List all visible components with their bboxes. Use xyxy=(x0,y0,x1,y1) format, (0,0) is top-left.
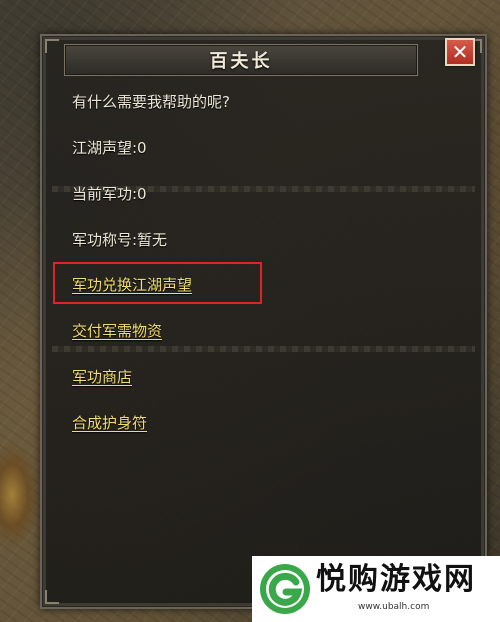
character-sprite xyxy=(0,440,40,550)
stat-merit-title: 军功称号:暂无 xyxy=(72,231,168,249)
corner-ornament xyxy=(45,590,59,604)
panel-divider xyxy=(52,346,475,352)
watermark-logo-icon xyxy=(260,564,310,614)
option-craft-amulet[interactable]: 合成护身符 xyxy=(72,412,147,433)
dialog-title-bar: 百夫长 xyxy=(64,44,418,76)
stat-reputation: 江湖声望:0 xyxy=(72,139,147,157)
option-exchange-merit-for-reputation[interactable]: 军功兑换江湖声望 xyxy=(72,274,192,295)
option-deliver-military-supplies[interactable]: 交付军需物资 xyxy=(72,320,162,341)
watermark-site-name: 悦购游戏网 xyxy=(316,562,476,597)
watermark-url: www.ubalh.com xyxy=(358,602,430,612)
npc-greeting: 有什么需要我帮助的呢? xyxy=(72,93,230,111)
option-merit-shop[interactable]: 军功商店 xyxy=(72,366,132,387)
npc-name-title: 百夫长 xyxy=(209,51,273,72)
close-button[interactable]: ✕ xyxy=(445,38,475,66)
stat-merit: 当前军功:0 xyxy=(72,185,147,203)
corner-ornament xyxy=(45,39,59,53)
close-icon: ✕ xyxy=(451,40,469,64)
site-watermark: 悦购游戏网 www.ubalh.com xyxy=(252,556,500,622)
